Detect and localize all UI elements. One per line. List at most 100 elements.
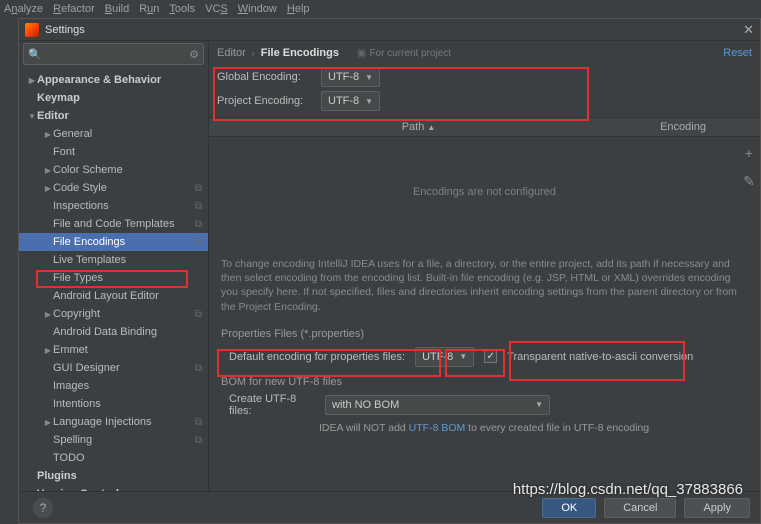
chevron-right-icon: › <box>252 48 255 58</box>
reset-link[interactable]: Reset <box>723 47 752 59</box>
tree-arrow-icon[interactable] <box>43 184 53 193</box>
tree-item-live-templates[interactable]: Live Templates <box>19 251 208 269</box>
project-scope-icon: ⧉ <box>195 309 202 320</box>
tree-item-label: Intentions <box>53 398 101 410</box>
tree-item-label: Emmet <box>53 344 88 356</box>
tree-item-android-layout-editor[interactable]: Android Layout Editor <box>19 287 208 305</box>
tree-item-label: Code Style <box>53 182 107 194</box>
transparent-ascii-checkbox[interactable]: ✓ <box>484 350 497 363</box>
project-icon: ▣ <box>357 48 366 59</box>
tree-item-gui-designer[interactable]: GUI Designer⧉ <box>19 359 208 377</box>
tree-item-label: Color Scheme <box>53 164 123 176</box>
chevron-down-icon: ▼ <box>365 97 373 106</box>
tree-item-spelling[interactable]: Spelling ⧉ <box>19 431 208 449</box>
tree-item-label: Inspections <box>53 200 109 212</box>
settings-tree[interactable]: Appearance & Behavior Keymap Editor General… <box>19 69 208 491</box>
help-text: To change encoding IntelliJ IDEA uses fo… <box>209 247 760 322</box>
tree-item-copyright[interactable]: Copyright ⧉ <box>19 305 208 323</box>
bom-combo[interactable]: with NO BOM▼ <box>325 395 550 415</box>
tree-item-editor[interactable]: Editor <box>19 107 208 125</box>
tree-item-font[interactable]: Font <box>19 143 208 161</box>
tree-arrow-icon[interactable] <box>43 346 53 355</box>
props-encoding-combo[interactable]: UTF-8▼ <box>415 347 474 367</box>
tree-item-version-control[interactable]: Version Control <box>19 485 208 491</box>
menu-refactor[interactable]: Refactor <box>53 3 95 15</box>
col-path[interactable]: Path <box>402 121 425 133</box>
tree-item-label: Plugins <box>37 470 77 482</box>
tree-item-images[interactable]: Images <box>19 377 208 395</box>
tree-arrow-icon[interactable] <box>27 112 37 121</box>
search-options-icon[interactable]: ⚙ <box>189 48 199 61</box>
cancel-button[interactable]: Cancel <box>604 498 676 518</box>
help-button[interactable]: ? <box>33 498 53 518</box>
tree-item-color-scheme[interactable]: Color Scheme <box>19 161 208 179</box>
tree-item-label: Language Injections <box>53 416 151 428</box>
apply-button[interactable]: Apply <box>684 498 750 518</box>
tree-item-label: Copyright <box>53 308 100 320</box>
transparent-ascii-label: Transparent native-to-ascii conversion <box>507 351 693 363</box>
search-input[interactable] <box>46 48 189 60</box>
bom-note: IDEA will NOT add UTF-8 BOM to every cre… <box>209 418 760 438</box>
tree-arrow-icon[interactable] <box>43 418 53 427</box>
col-encoding[interactable]: Encoding <box>628 121 738 133</box>
tree-arrow-icon[interactable] <box>27 76 37 85</box>
tree-item-file-and-code-templates[interactable]: File and Code Templates⧉ <box>19 215 208 233</box>
edit-icon[interactable]: ✎ <box>743 173 755 190</box>
menu-build[interactable]: Build <box>105 3 129 15</box>
tree-arrow-icon[interactable] <box>43 130 53 139</box>
tree-item-label: Editor <box>37 110 69 122</box>
project-encoding-combo[interactable]: UTF-8▼ <box>321 91 380 111</box>
encoding-table-header: Path▲ Encoding <box>209 117 760 137</box>
global-encoding-combo[interactable]: UTF-8▼ <box>321 67 380 87</box>
tree-item-keymap[interactable]: Keymap <box>19 89 208 107</box>
chevron-down-icon: ▼ <box>365 73 373 82</box>
project-scope-icon: ⧉ <box>195 237 202 248</box>
main-menubar[interactable]: Analyze Refactor Build Run Tools VCS Win… <box>0 0 761 18</box>
project-scope-icon: ⧉ <box>195 417 202 428</box>
project-scope-icon: ⧉ <box>195 435 202 446</box>
tree-arrow-icon[interactable] <box>43 166 53 175</box>
tree-item-label: TODO <box>53 452 85 464</box>
menu-vcs[interactable]: VCS <box>205 3 228 15</box>
tree-item-inspections[interactable]: Inspections⧉ <box>19 197 208 215</box>
tree-item-label: Keymap <box>37 92 80 104</box>
settings-search[interactable]: 🔍 ⚙ <box>23 43 204 65</box>
tree-item-language-injections[interactable]: Language Injections ⧉ <box>19 413 208 431</box>
dialog-titlebar: Settings ✕ <box>19 19 760 41</box>
ok-button[interactable]: OK <box>542 498 596 518</box>
add-icon[interactable]: + <box>745 145 753 161</box>
menu-analyze[interactable]: Analyze <box>4 3 43 15</box>
menu-run[interactable]: Run <box>139 3 159 15</box>
tree-item-file-types[interactable]: File Types <box>19 269 208 287</box>
tree-item-todo[interactable]: TODO <box>19 449 208 467</box>
tree-item-intentions[interactable]: Intentions <box>19 395 208 413</box>
settings-sidebar: 🔍 ⚙ Appearance & Behavior Keymap Editor Gen… <box>19 41 209 491</box>
close-icon[interactable]: ✕ <box>743 22 754 38</box>
tree-item-plugins[interactable]: Plugins <box>19 467 208 485</box>
tree-arrow-icon[interactable] <box>27 490 37 492</box>
dialog-footer: ? OK Cancel Apply <box>19 491 760 523</box>
chevron-down-icon: ▼ <box>535 400 543 409</box>
tree-item-appearance-behavior[interactable]: Appearance & Behavior <box>19 71 208 89</box>
menu-tools[interactable]: Tools <box>169 3 195 15</box>
project-scope-icon: ⧉ <box>195 183 202 194</box>
tree-item-label: Spelling <box>53 434 92 446</box>
tree-item-code-style[interactable]: Code Style ⧉ <box>19 179 208 197</box>
tree-item-emmet[interactable]: Emmet <box>19 341 208 359</box>
tree-item-file-encodings[interactable]: File Encodings⧉ <box>19 233 208 251</box>
tree-item-general[interactable]: General <box>19 125 208 143</box>
project-scope-icon: ⧉ <box>195 219 202 230</box>
project-encoding-label: Project Encoding: <box>217 95 313 107</box>
tree-arrow-icon[interactable] <box>43 310 53 319</box>
breadcrumb-current: File Encodings <box>261 47 339 59</box>
global-encoding-label: Global Encoding: <box>217 71 313 83</box>
menu-help[interactable]: Help <box>287 3 310 15</box>
tree-item-label: Appearance & Behavior <box>37 74 161 86</box>
dialog-title: Settings <box>45 24 743 36</box>
tree-item-label: File Types <box>53 272 103 284</box>
tree-item-label: Live Templates <box>53 254 126 266</box>
tree-item-android-data-binding[interactable]: Android Data Binding <box>19 323 208 341</box>
menu-window[interactable]: Window <box>238 3 277 15</box>
tree-item-label: General <box>53 128 92 140</box>
utf8-bom-link[interactable]: UTF-8 BOM <box>409 422 466 434</box>
